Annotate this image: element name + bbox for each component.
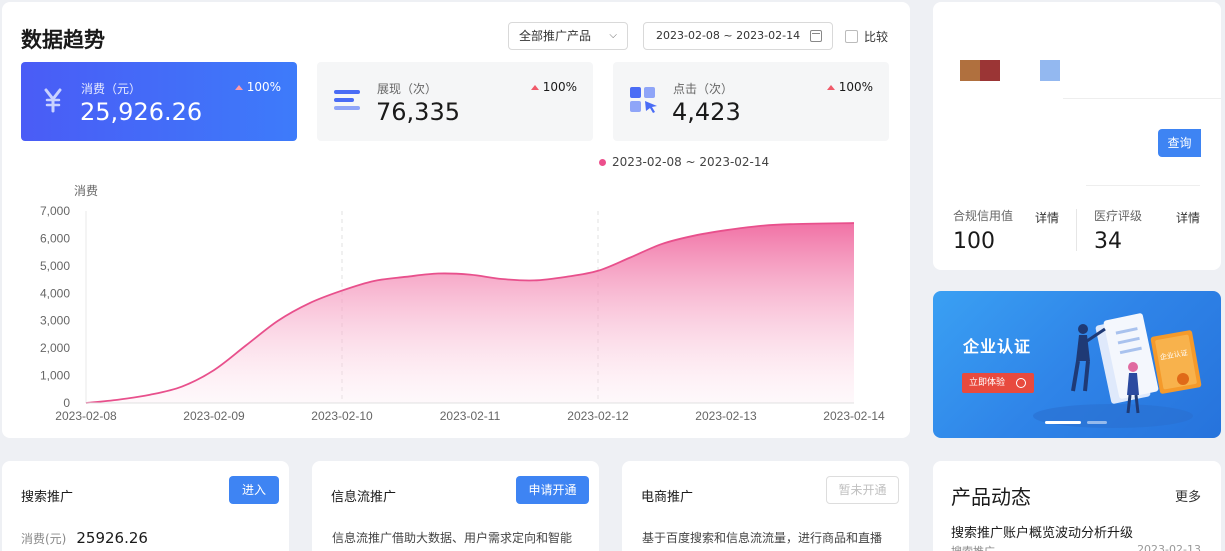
metric-change-value: 100% [542, 80, 577, 94]
carousel-dot[interactable] [1045, 421, 1081, 424]
trend-up-icon [826, 84, 835, 90]
apply-open-button[interactable]: 申请开通 [516, 476, 589, 504]
y-tick-label: 1,000 [40, 369, 70, 383]
enterprise-auth-banner[interactable]: 企业认证 立即体验 企业认证 [933, 291, 1221, 438]
color-swatch [980, 60, 1000, 81]
y-tick-label: 5,000 [40, 259, 70, 273]
product-description: 信息流推广借助大数据、用户需求定向和智能 [332, 531, 573, 545]
spend-area-chart: 消费7,0006,0005,0004,0003,0002,0001,000020… [40, 184, 885, 423]
date-range-value: 2023-02-08 ~ 2023-02-14 [656, 29, 801, 42]
yuan-icon [44, 88, 62, 113]
stat-label: 合规信用值 [953, 209, 1014, 223]
metric-value: 4,423 [672, 98, 741, 126]
metric-card-spend[interactable]: 消费（元） 25,926.26 100% [21, 62, 297, 141]
certification-illustration: 企业认证 [1033, 313, 1202, 428]
page-title: 数据趋势 [21, 28, 105, 52]
divider [1076, 209, 1077, 251]
metric-label: 点击（次） [673, 82, 734, 96]
legend-label: 2023-02-08 ~ 2023-02-14 [612, 155, 770, 169]
date-range-picker[interactable]: 2023-02-08 ~ 2023-02-14 [643, 22, 833, 50]
compare-checkbox[interactable] [845, 30, 858, 43]
y-tick-label: 0 [63, 396, 70, 410]
trend-up-icon [530, 84, 539, 90]
news-item-title[interactable]: 搜索推广账户概览波动分析升级 [951, 522, 1133, 541]
metric-label: 消费（元） [81, 82, 142, 96]
not-open-button: 暂未开通 [826, 476, 899, 504]
product-name: 电商推广 [641, 490, 694, 505]
more-link[interactable]: 更多 [1175, 486, 1201, 505]
x-tick-label: 2023-02-10 [311, 409, 373, 423]
enter-button[interactable]: 进入 [229, 476, 279, 504]
color-swatch [960, 60, 980, 81]
medical-detail-link[interactable]: 详情 [1176, 209, 1200, 226]
stat-value: 100 [953, 229, 995, 254]
compliance-credit-stat: 合规信用值 100 [953, 207, 1013, 254]
compare-toggle[interactable]: 比较 [845, 28, 888, 45]
medical-rating-stat: 医疗评级 34 [1094, 207, 1142, 254]
metric-card-impressions[interactable]: 展现（次） 76,335 100% [317, 62, 593, 141]
stat-label: 医疗评级 [1094, 209, 1143, 223]
color-swatch [1040, 60, 1060, 81]
list-bars-icon [334, 90, 360, 110]
y-tick-label: 4,000 [40, 286, 70, 300]
calendar-icon [810, 30, 822, 42]
news-title: 产品动态 [951, 485, 1031, 509]
data-trend-card: 数据趋势 全部推广产品 ⌵ 2023-02-08 ~ 2023-02-14 比较… [2, 2, 910, 438]
x-tick-label: 2023-02-13 [695, 409, 757, 423]
product-news-card: 产品动态 更多 搜索推广账户概览波动分析升级 搜索推广 2023-02-13 [933, 461, 1221, 551]
x-tick-label: 2023-02-08 [55, 409, 117, 423]
spend-label: 消费(元) [21, 532, 67, 546]
product-name: 信息流推广 [331, 490, 397, 505]
metric-change-value: 100% [246, 80, 281, 94]
compliance-detail-link[interactable]: 详情 [1035, 209, 1059, 226]
x-tick-label: 2023-02-11 [440, 409, 501, 423]
y-tick-label: 2,000 [40, 341, 70, 355]
compare-label: 比较 [864, 30, 889, 44]
product-name: 搜索推广 [21, 490, 74, 505]
x-tick-label: 2023-02-09 [183, 409, 245, 423]
x-tick-label: 2023-02-12 [567, 409, 629, 423]
feed-promotion-card: 信息流推广 申请开通 信息流推广借助大数据、用户需求定向和智能 [312, 461, 599, 551]
ecommerce-promotion-card: 电商推广 暂未开通 基于百度搜索和信息流流量，进行商品和直播 [622, 461, 909, 551]
y-tick-label: 6,000 [40, 231, 70, 245]
query-button[interactable]: 查询 [1158, 129, 1201, 157]
x-tick-label: 2023-02-14 [823, 409, 885, 423]
y-tick-label: 3,000 [40, 314, 70, 328]
news-item-date: 2023-02-13 [1137, 543, 1201, 551]
product-select[interactable]: 全部推广产品 ⌵ [508, 22, 628, 50]
metric-change: 100% [530, 80, 577, 94]
divider [1063, 98, 1221, 99]
metric-change: 100% [826, 80, 873, 94]
metric-card-clicks[interactable]: 点击（次） 4,423 100% [613, 62, 889, 141]
metric-change-value: 100% [838, 80, 873, 94]
legend-dot [599, 158, 606, 166]
area-fill [86, 223, 854, 403]
metric-change: 100% [234, 80, 281, 94]
spend-row: 消费(元) 25926.26 [21, 529, 148, 547]
search-promotion-card: 搜索推广 进入 消费(元) 25926.26 [2, 461, 289, 551]
divider [1086, 185, 1200, 186]
carousel-dots[interactable] [1045, 421, 1107, 424]
chart-legend[interactable]: 2023-02-08 ~ 2023-02-14 [599, 155, 769, 169]
spend-value: 25926.26 [76, 529, 148, 547]
news-item-category: 搜索推广 [951, 543, 995, 551]
y-tick-label: 7,000 [40, 204, 70, 218]
click-grid-icon [630, 87, 657, 113]
metric-value: 76,335 [376, 98, 460, 126]
y-axis-label: 消费 [74, 184, 98, 198]
metric-label: 展现（次） [377, 82, 438, 96]
trend-up-icon [234, 84, 243, 90]
stat-value: 34 [1094, 229, 1122, 254]
carousel-dot[interactable] [1087, 421, 1107, 424]
chevron-down-icon: ⌵ [609, 30, 617, 41]
product-select-value: 全部推广产品 [519, 29, 592, 43]
metric-value: 25,926.26 [80, 98, 203, 126]
product-description: 基于百度搜索和信息流流量，进行商品和直播 [642, 531, 883, 545]
